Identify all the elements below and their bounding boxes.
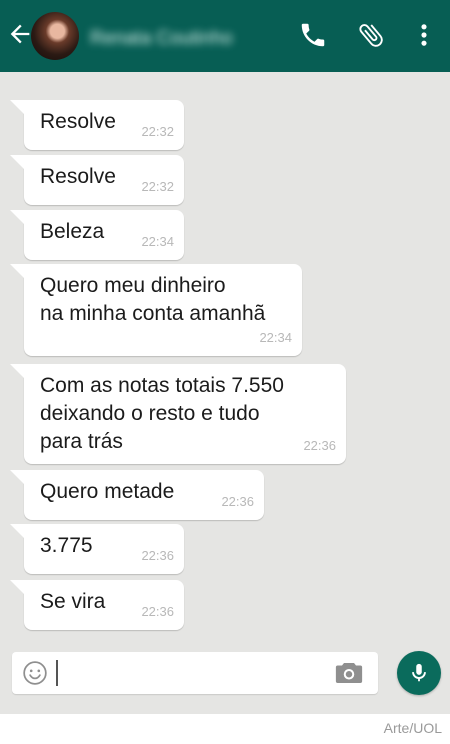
emoji-icon[interactable] <box>22 660 48 686</box>
chat-header: Renata Coutinho <box>0 0 450 72</box>
message-input[interactable] <box>56 660 58 686</box>
message-bubble[interactable]: Se vira 22:36 <box>10 580 184 630</box>
back-arrow-icon[interactable] <box>6 20 34 48</box>
message-time: 22:36 <box>141 604 174 619</box>
chat-area[interactable]: Resolve 22:32 Resolve 22:32 Beleza 22:34… <box>0 72 450 714</box>
message-time: 22:36 <box>221 494 254 509</box>
message-bubble[interactable]: Resolve 22:32 <box>10 100 184 150</box>
message-time: 22:36 <box>303 438 336 453</box>
message-input-bar[interactable] <box>12 652 378 694</box>
message-time: 22:32 <box>141 179 174 194</box>
message-text: Quero meu dinheiro na minha conta amanhã <box>40 274 266 325</box>
mic-icon <box>412 663 426 682</box>
message-time: 22:34 <box>141 234 174 249</box>
contact-name[interactable]: Renata Coutinho <box>90 28 260 50</box>
message-text: Quero metade <box>40 480 175 503</box>
message-time: 22:34 <box>259 330 292 345</box>
paperclip-icon[interactable] <box>356 20 386 50</box>
footer: Arte/UOL <box>0 714 450 744</box>
message-bubble[interactable]: 3.775 22:36 <box>10 524 184 574</box>
camera-icon[interactable] <box>334 660 364 686</box>
more-vert-icon[interactable] <box>410 20 438 50</box>
message-time: 22:32 <box>141 124 174 139</box>
message-time: 22:36 <box>141 548 174 563</box>
phone-icon[interactable] <box>298 20 328 50</box>
message-bubble[interactable]: Com as notas totais 7.550 deixando o res… <box>10 364 346 464</box>
image-credit: Arte/UOL <box>383 720 442 736</box>
message-bubble[interactable]: Beleza 22:34 <box>10 210 184 260</box>
message-bubble[interactable]: Quero meu dinheiro na minha conta amanhã… <box>10 264 302 356</box>
message-bubble[interactable]: Resolve 22:32 <box>10 155 184 205</box>
message-text: Com as notas totais 7.550 deixando o res… <box>40 374 284 453</box>
avatar[interactable] <box>31 12 79 60</box>
message-bubble[interactable]: Quero metade 22:36 <box>10 470 264 520</box>
mic-button[interactable] <box>397 651 441 695</box>
